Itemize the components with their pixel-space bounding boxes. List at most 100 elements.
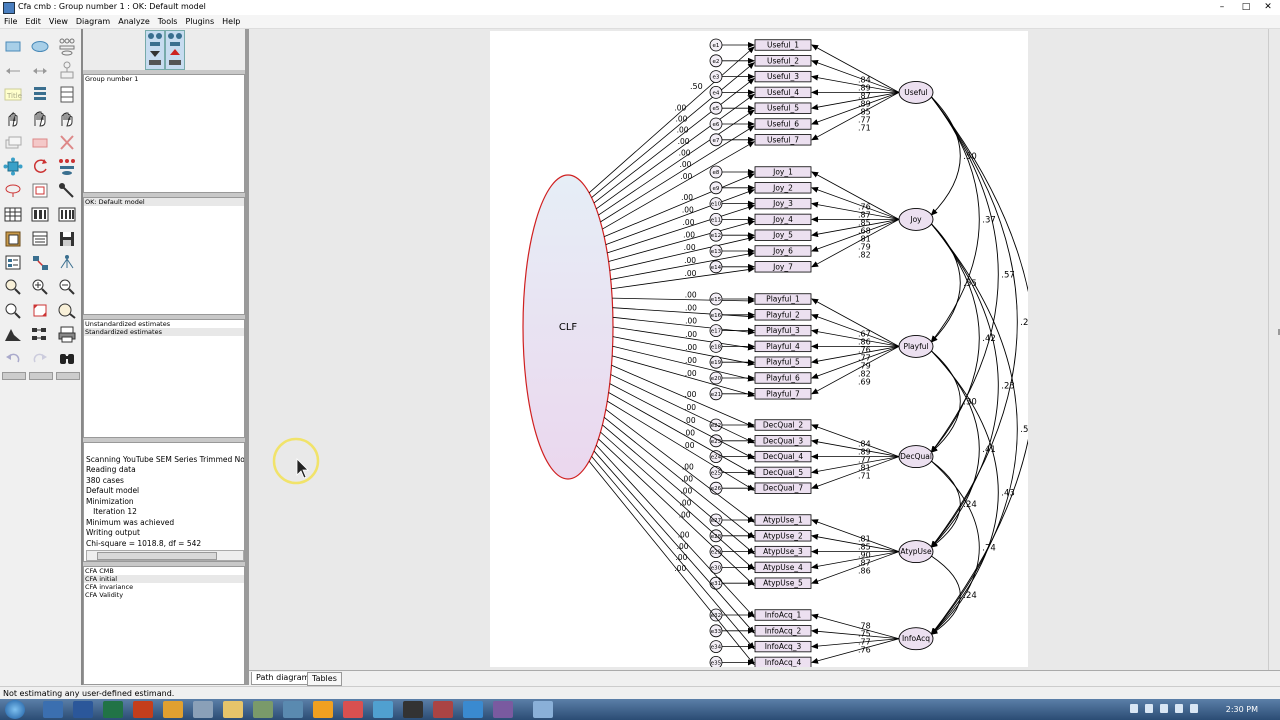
title-icon[interactable]: Title (3, 85, 23, 104)
app-taskbar-icon[interactable] (373, 701, 393, 718)
tray-icon[interactable] (1145, 704, 1153, 713)
menu-plugins[interactable]: Plugins (181, 15, 218, 28)
menu-analyze[interactable]: Analyze (114, 15, 154, 28)
preserve-symmetries-icon[interactable] (57, 253, 77, 272)
bayesian-estimation-icon[interactable] (3, 325, 23, 344)
scroll-icon[interactable] (30, 181, 50, 200)
view-input-path-diagram-button[interactable] (145, 30, 165, 70)
menu-view[interactable]: View (45, 15, 72, 28)
file-item[interactable]: CFA CMB (84, 567, 244, 575)
loupe-icon[interactable] (57, 301, 77, 320)
tab-path-diagram[interactable]: Path diagram (251, 672, 315, 685)
file-item[interactable]: CFA initial (84, 575, 244, 583)
view-output-path-diagram-button[interactable] (165, 30, 185, 70)
list-variables-in-model-icon[interactable] (30, 85, 50, 104)
close-button[interactable]: ✕ (1258, 1, 1278, 13)
factor-loading-label: .69 (858, 377, 871, 386)
duplicate-objects-icon[interactable] (3, 133, 23, 152)
app-taskbar-icon[interactable] (193, 701, 213, 718)
specification-search-icon[interactable] (57, 349, 77, 368)
toolbox-scroll-right[interactable] (56, 372, 80, 380)
undo-icon[interactable] (3, 349, 23, 368)
observed-variable-label: Joy_7 (772, 262, 793, 271)
menu-help[interactable]: Help (218, 15, 244, 28)
drag-properties-icon[interactable] (30, 253, 50, 272)
save-diagram-icon[interactable] (57, 229, 77, 248)
maximize-button[interactable]: □ (1236, 1, 1256, 13)
reflect-indicators-icon[interactable] (57, 157, 77, 176)
tab-tables[interactable]: Tables (307, 672, 342, 686)
zoom-selected-area-icon[interactable] (3, 277, 23, 296)
toolbox-scroll-left[interactable] (2, 372, 26, 380)
outlook-taskbar-icon[interactable] (43, 701, 63, 718)
unstandardized-estimates-item[interactable]: Unstandardized estimates (84, 320, 244, 328)
redo-icon[interactable] (30, 349, 50, 368)
copy-to-clipboard-icon[interactable] (3, 229, 23, 248)
app-taskbar-icon[interactable] (493, 701, 513, 718)
clf-loading-label: .00 (682, 205, 694, 214)
fit-to-page-icon[interactable] (30, 301, 50, 320)
list-variables-in-dataset-icon[interactable] (57, 85, 77, 104)
draw-latent-indicator-icon[interactable] (57, 37, 77, 56)
observed-variable-label: Joy_1 (772, 168, 793, 177)
add-unique-variable-icon[interactable] (57, 61, 77, 80)
file-item[interactable]: CFA Validity (84, 591, 244, 599)
rotate-indicators-icon[interactable] (30, 157, 50, 176)
print-diagram-icon[interactable] (57, 325, 77, 344)
calculate-estimates-icon[interactable] (57, 205, 77, 224)
zoom-out-icon[interactable] (57, 277, 77, 296)
app-taskbar-icon[interactable] (343, 701, 363, 718)
draw-unobserved-variable-icon[interactable] (30, 37, 50, 56)
view-text-output-icon[interactable] (30, 229, 50, 248)
app-taskbar-icon[interactable] (533, 701, 553, 718)
draw-covariance-icon[interactable] (30, 61, 50, 80)
select-all-objects-icon[interactable] (30, 109, 50, 128)
word-taskbar-icon[interactable] (73, 701, 93, 718)
skype-taskbar-icon[interactable] (463, 701, 483, 718)
object-properties-icon[interactable] (3, 253, 23, 272)
select-one-object-icon[interactable] (3, 109, 23, 128)
analysis-properties-icon[interactable] (30, 205, 50, 224)
file-item[interactable]: CFA invariance (84, 583, 244, 591)
touch-up-icon[interactable] (57, 181, 77, 200)
select-data-files-icon[interactable] (3, 205, 23, 224)
menu-tools[interactable]: Tools (154, 15, 182, 28)
erase-objects-icon[interactable] (57, 133, 77, 152)
app-taskbar-icon[interactable] (403, 701, 423, 718)
move-objects-icon[interactable] (30, 133, 50, 152)
tray-icon[interactable] (1190, 704, 1198, 713)
log-horizontal-scrollbar[interactable] (86, 550, 244, 561)
minimize-button[interactable]: – (1212, 1, 1232, 13)
deselect-all-objects-icon[interactable] (57, 109, 77, 128)
start-button[interactable] (5, 700, 25, 719)
correlation-arc (924, 455, 961, 548)
change-shape-icon[interactable] (3, 157, 23, 176)
standardized-estimates-item[interactable]: Standardized estimates (84, 328, 244, 336)
explorer-taskbar-icon[interactable] (223, 701, 243, 718)
model-item[interactable]: OK: Default model (84, 198, 244, 206)
draw-path-icon[interactable] (3, 61, 23, 80)
tray-icon[interactable] (1130, 704, 1138, 713)
view-page-icon[interactable] (3, 301, 23, 320)
app-taskbar-icon[interactable] (253, 701, 273, 718)
zoom-in-icon[interactable] (30, 277, 50, 296)
canvas-vertical-scrollbar[interactable] (1268, 29, 1280, 670)
multiple-group-analysis-icon[interactable] (30, 325, 50, 344)
draw-observed-variable-icon[interactable] (3, 37, 23, 56)
toolbox-scroll-mid[interactable] (29, 372, 53, 380)
network-icon[interactable] (1160, 704, 1168, 713)
app-taskbar-icon[interactable] (433, 701, 453, 718)
menu-file[interactable]: File (0, 15, 21, 28)
volume-icon[interactable] (1175, 704, 1183, 713)
active-app-taskbar-icon[interactable] (313, 701, 333, 718)
path-diagram[interactable]: CLF.00e1Useful_1.84.00e2Useful_2.89.00e3… (490, 31, 1053, 669)
chrome-taskbar-icon[interactable] (163, 701, 183, 718)
group-item[interactable]: Group number 1 (84, 75, 244, 83)
menu-diagram[interactable]: Diagram (72, 15, 114, 28)
powerpoint-taskbar-icon[interactable] (133, 701, 153, 718)
excel-taskbar-icon[interactable] (103, 701, 123, 718)
move-parameter-values-icon[interactable] (3, 181, 23, 200)
menu-edit[interactable]: Edit (21, 15, 45, 28)
amos-graphics-taskbar-icon[interactable] (283, 701, 303, 718)
log-scroll-thumb[interactable] (97, 552, 217, 560)
